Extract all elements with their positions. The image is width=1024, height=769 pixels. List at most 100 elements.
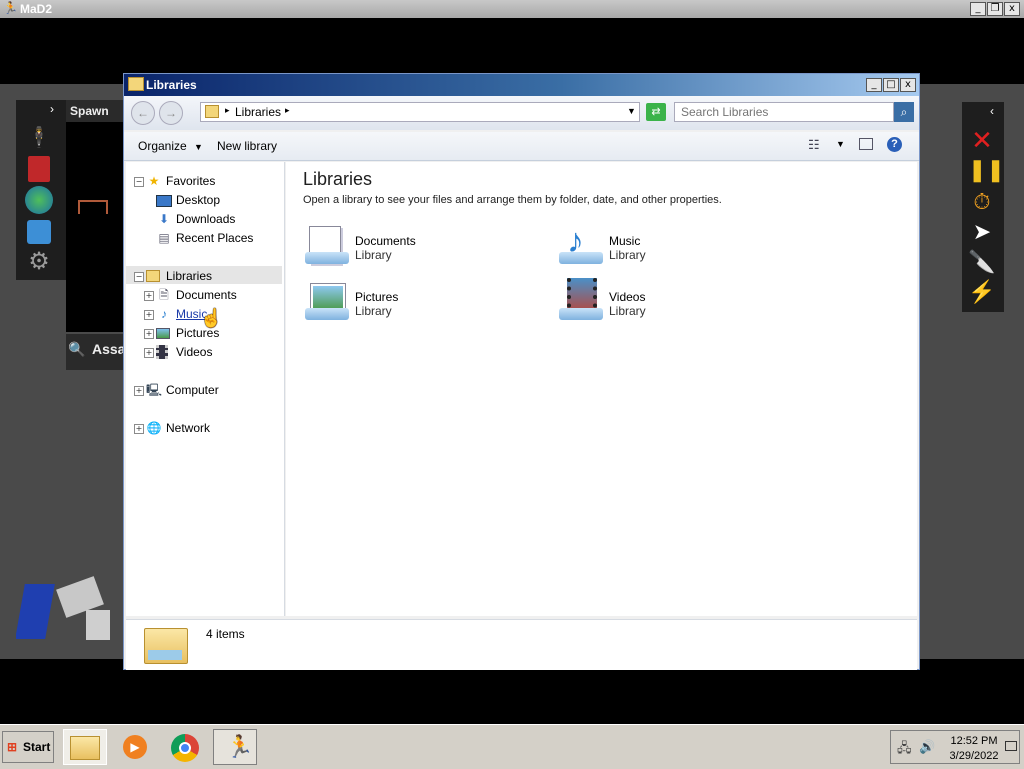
change-view-icon[interactable]: ☷ <box>808 137 824 152</box>
hand-cursor-icon: ☝ <box>200 308 223 328</box>
address-folder-icon <box>205 105 219 118</box>
expand-toggle-icon[interactable]: + <box>144 348 154 358</box>
preview-pane-icon[interactable] <box>859 138 873 150</box>
globe-icon[interactable] <box>25 186 53 214</box>
expand-panel-chevron-icon[interactable]: › <box>40 102 64 118</box>
chevron-down-icon: ▼ <box>194 142 203 152</box>
taskbar-explorer-button[interactable] <box>63 729 107 765</box>
expand-toggle-icon[interactable]: + <box>144 310 154 320</box>
mad-app-icon: 🏃 <box>3 1 18 15</box>
search-input[interactable] <box>674 102 894 122</box>
library-type: Library <box>355 304 392 318</box>
view-options-chevron-icon[interactable]: ▼ <box>836 139 845 149</box>
nav-libraries-label: Libraries <box>166 269 213 283</box>
clock-date[interactable]: 3/29/2022 <box>947 750 1001 762</box>
delete-x-icon[interactable]: ✕ <box>968 126 996 154</box>
nav-item-label: Desktop <box>176 193 221 207</box>
content-pane: Libraries Open a library to see your fil… <box>286 162 917 616</box>
pointer-cursor-icon[interactable]: ➤ <box>968 218 996 246</box>
save-disk-icon[interactable] <box>27 220 51 244</box>
star-icon: ★ <box>148 174 160 188</box>
nav-item-label: Documents <box>176 288 237 302</box>
address-dropdown-icon[interactable]: ▼ <box>627 106 636 116</box>
new-library-button[interactable]: New library <box>217 139 277 153</box>
library-music[interactable]: ♪ Music Library <box>557 222 797 272</box>
library-name: Videos <box>609 290 646 304</box>
expand-toggle-icon[interactable]: + <box>134 386 144 396</box>
mad-restore-button[interactable]: ❐ <box>987 2 1003 16</box>
knife-icon[interactable]: 🔪 <box>968 248 996 276</box>
search-button[interactable]: ⌕ <box>894 102 914 122</box>
volume-icon[interactable]: 🔊 <box>919 739 935 755</box>
arrow-right-icon: → <box>165 106 177 120</box>
forward-button[interactable]: → <box>159 101 183 125</box>
explorer-titlebar[interactable]: Libraries _ □ x <box>124 74 919 96</box>
library-documents[interactable]: Documents Library <box>303 222 543 272</box>
taskbar: ⊞ Start ▶ 🏃 🖧 🔊 12:52 PM 3/29/2022 <box>0 724 1024 769</box>
explorer-folder-icon <box>70 736 100 760</box>
ragdoll-blue-part <box>16 584 55 639</box>
library-type: Library <box>609 248 646 262</box>
library-videos[interactable]: Videos Library <box>557 278 797 328</box>
item-count: 4 items <box>206 627 245 641</box>
computer-icon: 🖳 <box>146 383 163 397</box>
network-globe-icon: 🌐 <box>146 421 162 435</box>
address-bar[interactable]: ▸ Libraries ▸ ▼ <box>200 102 640 122</box>
help-icon[interactable]: ? <box>887 137 902 152</box>
details-pane: 4 items <box>126 619 917 670</box>
nav-favorites-label: Favorites <box>166 174 216 188</box>
nav-network-label: Network <box>166 421 211 435</box>
mad-close-button[interactable]: x <box>1004 2 1020 16</box>
breadcrumb-libraries[interactable]: Libraries <box>235 105 281 119</box>
show-desktop-icon[interactable] <box>1005 741 1017 751</box>
libraries-icon <box>146 270 160 282</box>
catalog-book-icon[interactable] <box>28 156 50 182</box>
ragdoll-figure-icon[interactable]: 🕴 <box>25 124 53 152</box>
taskbar-mad2-button[interactable]: 🏃 <box>213 729 257 765</box>
search-icon: ⌕ <box>900 105 908 119</box>
stopwatch-icon[interactable]: ⏱ <box>968 188 996 216</box>
documents-library-icon <box>303 222 351 270</box>
videos-film-icon <box>156 345 168 359</box>
organize-button[interactable]: Organize ▼ <box>138 139 203 153</box>
maximize-button[interactable]: □ <box>883 78 899 92</box>
pause-icon[interactable]: ❚❚ <box>968 156 1005 184</box>
network-tray-icon[interactable]: 🖧 <box>897 739 912 761</box>
close-button[interactable]: x <box>900 78 916 92</box>
spawn-preview-object <box>78 200 108 214</box>
minimize-button[interactable]: _ <box>866 78 882 92</box>
settings-gear-icon[interactable]: ⚙ <box>25 248 53 276</box>
taskbar-media-player-button[interactable]: ▶ <box>113 729 157 765</box>
mad-window-title: MaD2 <box>20 2 53 16</box>
system-tray: 🖧 🔊 12:52 PM 3/29/2022 <box>890 730 1020 764</box>
taskbar-chrome-button[interactable] <box>163 729 207 765</box>
organize-label: Organize <box>138 139 187 153</box>
library-pictures[interactable]: Pictures Library <box>303 278 543 328</box>
chrome-icon <box>171 734 199 762</box>
start-button[interactable]: ⊞ Start <box>2 731 54 763</box>
expand-toggle-icon[interactable]: + <box>134 424 144 434</box>
breadcrumb-arrow-icon[interactable]: ▸ <box>225 105 230 116</box>
breadcrumb-arrow-icon[interactable]: ▸ <box>285 105 290 116</box>
refresh-button[interactable]: ⇄ <box>646 103 666 121</box>
documents-icon: 🗎 <box>159 288 169 302</box>
library-name: Pictures <box>355 290 399 304</box>
collapse-panel-chevron-icon[interactable]: ‹ <box>990 104 1002 120</box>
ragdoll-app-icon: 🏃 <box>226 734 254 759</box>
collapse-toggle-icon[interactable]: − <box>134 272 144 282</box>
expand-toggle-icon[interactable]: + <box>144 329 154 339</box>
music-note-icon: ♪ <box>161 307 167 321</box>
clock-time[interactable]: 12:52 PM <box>949 735 999 747</box>
libraries-folder-icon <box>128 77 144 91</box>
spawn-panel-title: Spawn <box>70 104 109 118</box>
videos-library-icon <box>557 278 605 326</box>
navigation-bar: ← → ▸ Libraries ▸ ▼ ⇄ ⌕ <box>124 96 919 130</box>
mad-minimize-button[interactable]: _ <box>970 2 986 16</box>
back-button[interactable]: ← <box>131 101 155 125</box>
collapse-toggle-icon[interactable]: − <box>134 177 144 187</box>
arrow-left-icon: ← <box>137 106 149 120</box>
lightning-icon[interactable]: ⚡ <box>968 278 996 306</box>
expand-toggle-icon[interactable]: + <box>144 291 154 301</box>
explorer-window: Libraries _ □ x ← → ▸ Libraries ▸ ▼ ⇄ ⌕ … <box>123 73 920 670</box>
spawn-preview <box>66 122 126 332</box>
